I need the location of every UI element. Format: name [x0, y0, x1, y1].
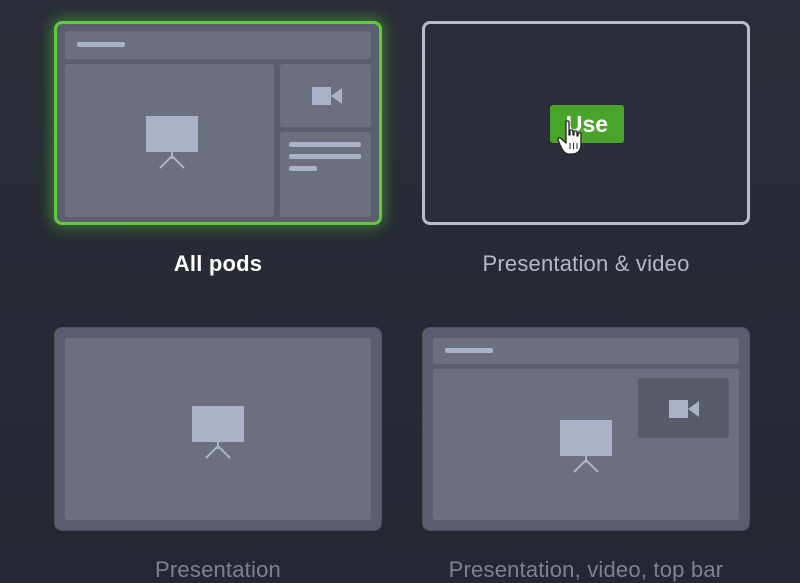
layout-picker: All pods Use Presentation & video Presen…: [0, 0, 800, 583]
video-overlay-panel: [638, 378, 729, 438]
top-bar-title-line: [445, 348, 493, 353]
chat-line: [289, 166, 317, 171]
presentation-screen-icon: [146, 116, 198, 169]
presentation-screen-icon: [192, 406, 244, 459]
layout-label-all-pods: All pods: [173, 251, 263, 276]
chat-panel: [280, 132, 371, 217]
presentation-panel: [65, 338, 371, 520]
layout-label-presentation: Presentation: [155, 557, 281, 582]
video-camera-icon: [312, 87, 342, 105]
layout-card-presentation-video-top-bar[interactable]: [422, 327, 750, 531]
presentation-screen-icon: [560, 420, 612, 473]
top-bar-panel: [433, 338, 739, 364]
chat-line: [289, 142, 361, 147]
layout-card-presentation-video[interactable]: Use: [422, 21, 750, 225]
layout-label-presentation-video: Presentation & video: [482, 251, 690, 276]
layout-card-presentation[interactable]: [54, 327, 382, 531]
hand-pointer-cursor-icon: [557, 120, 582, 155]
layout-card-all-pods[interactable]: [54, 21, 382, 225]
presentation-panel: [433, 369, 739, 520]
top-bar-panel: [65, 31, 371, 59]
top-bar-title-line: [77, 42, 125, 47]
layout-label-presentation-video-top-bar: Presentation, video, top bar: [448, 557, 724, 582]
chat-line: [289, 154, 361, 159]
video-camera-icon: [669, 400, 699, 418]
presentation-panel: [65, 64, 274, 217]
video-panel: [280, 64, 371, 127]
